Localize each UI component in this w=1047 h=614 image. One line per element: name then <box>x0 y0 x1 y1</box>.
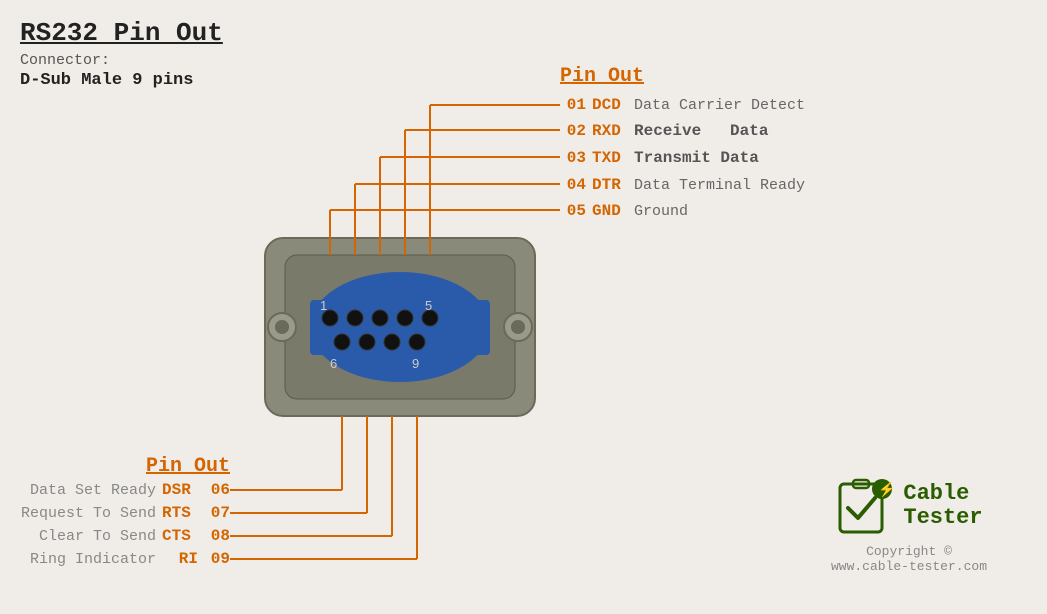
pin-def-08: Clear To Send CTS 08 <box>0 527 230 545</box>
pin-04-abbr: DTR <box>592 176 628 194</box>
pin-06-desc: Data Set Ready <box>30 482 156 499</box>
connector-label: Connector: <box>20 52 223 69</box>
pin-def-01: 01 DCD Data Carrier Detect <box>560 96 805 114</box>
pin-02-desc: Receive Data <box>634 122 768 140</box>
pin-def-06: Data Set Ready DSR 06 <box>0 481 230 499</box>
pin-07-abbr: RTS <box>162 504 198 522</box>
pin-03-num: 03 <box>560 149 586 167</box>
pin-def-02: 02 RXD Receive Data <box>560 122 768 140</box>
svg-text:6: 6 <box>330 356 337 371</box>
pin-06-num: 06 <box>204 481 230 499</box>
svg-text:5: 5 <box>425 298 432 313</box>
pin-01-abbr: DCD <box>592 96 628 114</box>
pin-09-num: 09 <box>204 550 230 568</box>
pin-03-abbr: TXD <box>592 149 628 167</box>
pin-03-desc: Transmit Data <box>634 149 759 167</box>
pin-def-07: Request To Send RTS 07 <box>0 504 230 522</box>
pin-04-desc: Data Terminal Ready <box>634 177 805 194</box>
svg-text:1: 1 <box>320 298 327 313</box>
pin-09-desc: Ring Indicator <box>30 551 156 568</box>
pin-08-abbr: CTS <box>162 527 198 545</box>
copyright-label: Copyright © <box>831 544 987 559</box>
cable-tester-icon: ⚡ <box>835 476 895 536</box>
pin-out-bottom-label: Pin Out <box>110 455 230 478</box>
pin-02-abbr: RXD <box>592 122 628 140</box>
pin-08-num: 08 <box>204 527 230 545</box>
logo-text: Cable Tester <box>903 482 982 530</box>
title-area: RS232 Pin Out Connector: D-Sub Male 9 pi… <box>20 18 223 90</box>
pin-01-num: 01 <box>560 96 586 114</box>
pin-05-desc: Ground <box>634 203 688 220</box>
copyright-text: Copyright © www.cable-tester.com <box>831 544 987 574</box>
svg-text:9: 9 <box>412 356 419 371</box>
svg-text:⚡: ⚡ <box>878 481 895 498</box>
logo-icon-group: ⚡ Cable Tester <box>835 476 982 536</box>
pin-def-09: Ring Indicator RI 09 <box>0 550 230 568</box>
pin-out-top-label: Pin Out <box>560 65 644 88</box>
pin-05-num: 05 <box>560 202 586 220</box>
main-title: RS232 Pin Out <box>20 18 223 48</box>
pin-07-num: 07 <box>204 504 230 522</box>
logo-area: ⚡ Cable Tester Copyright © www.cable-tes… <box>831 476 987 574</box>
pin-01-desc: Data Carrier Detect <box>634 97 805 114</box>
pin-09-abbr: RI <box>162 550 198 568</box>
pin-def-05: 05 GND Ground <box>560 202 688 220</box>
pin-04-num: 04 <box>560 176 586 194</box>
logo-line1: Cable <box>903 482 982 506</box>
pin-05-abbr: GND <box>592 202 628 220</box>
pin-def-04: 04 DTR Data Terminal Ready <box>560 176 805 194</box>
pin-06-abbr: DSR <box>162 481 198 499</box>
connector-type: D-Sub Male 9 pins <box>20 71 223 90</box>
pin-02-num: 02 <box>560 122 586 140</box>
website-label: www.cable-tester.com <box>831 559 987 574</box>
pin-08-desc: Clear To Send <box>39 528 156 545</box>
pin-07-desc: Request To Send <box>21 505 156 522</box>
logo-line2: Tester <box>903 506 982 530</box>
pin-def-03: 03 TXD Transmit Data <box>560 149 759 167</box>
